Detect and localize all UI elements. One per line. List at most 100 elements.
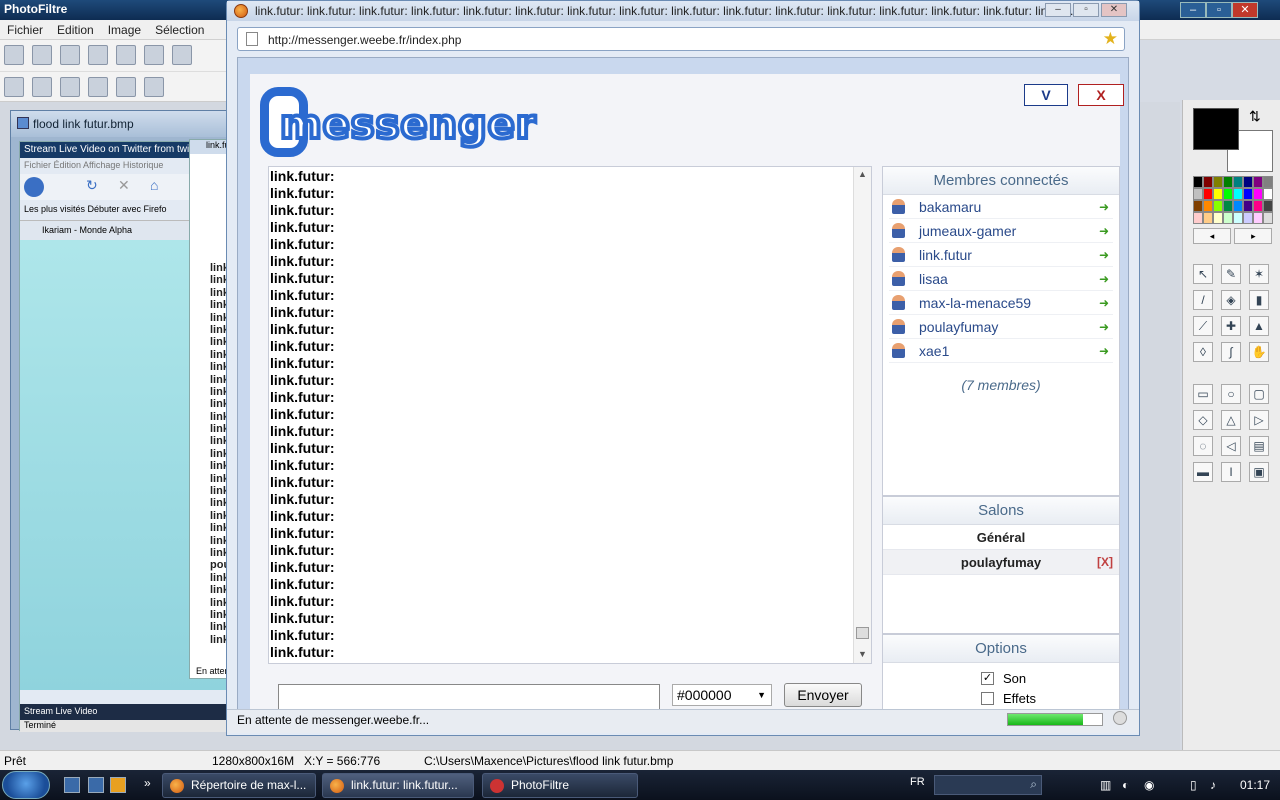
salon-item[interactable]: poulayfumay [X] [883, 550, 1119, 575]
auto-contrast-icon[interactable] [32, 77, 52, 97]
rounded-rect-tool-icon[interactable]: ▢ [1249, 384, 1269, 404]
minimize-chat-button[interactable]: V [1024, 84, 1068, 106]
palette-swatch[interactable] [1263, 176, 1273, 188]
open-chat-icon[interactable]: ➜ [1099, 291, 1109, 315]
message-input[interactable] [278, 684, 660, 710]
task-repertoire[interactable]: Répertoire de max-l... [162, 773, 316, 798]
firefox-titlebar[interactable]: link.futur: link.futur: link.futur: link… [227, 1, 1139, 21]
clock[interactable]: 01:17 [1240, 778, 1270, 792]
close-chat-button[interactable]: X [1078, 84, 1124, 106]
contrast-up-icon[interactable] [144, 77, 164, 97]
battery-icon[interactable]: ▯ [1190, 778, 1197, 792]
menu-selection[interactable]: Sélection [148, 20, 211, 40]
magic-wand-tool-icon[interactable]: ✶ [1249, 264, 1269, 284]
palette-swatch[interactable] [1263, 200, 1273, 212]
member-item[interactable]: lisaa ➜ [889, 267, 1113, 291]
palette-swatch[interactable] [1193, 176, 1203, 188]
member-item[interactable]: max-la-menace59 ➜ [889, 291, 1113, 315]
open-chat-icon[interactable]: ➜ [1099, 219, 1109, 243]
minimize-button[interactable]: – [1180, 2, 1206, 18]
spray-tool-icon[interactable]: ▮ [1249, 290, 1269, 310]
smudge-tool-icon[interactable]: ∫ [1221, 342, 1241, 362]
brightness-down-icon[interactable] [60, 77, 80, 97]
palette-swatch[interactable] [1253, 176, 1263, 188]
palette-swatch[interactable] [1263, 212, 1273, 224]
quicklaunch-more-icon[interactable]: » [144, 776, 151, 790]
chat-scrollbar[interactable]: ▲ ▼ [853, 167, 871, 663]
polygon-lasso-tool-icon[interactable]: ◁ [1221, 436, 1241, 456]
contrast-down-icon[interactable] [116, 77, 136, 97]
advanced-brush-tool-icon[interactable]: ✚ [1221, 316, 1241, 336]
palette-swatch[interactable] [1213, 188, 1223, 200]
foreground-color-swatch[interactable] [1193, 108, 1239, 150]
media-player-icon[interactable] [110, 777, 126, 793]
fill-tool-icon[interactable]: ◈ [1221, 290, 1241, 310]
ellipse-tool-icon[interactable]: ○ [1221, 384, 1241, 404]
palette-swatch[interactable] [1203, 200, 1213, 212]
bitmap-window-titlebar[interactable]: flood link futur.bmp [11, 111, 231, 137]
redo-icon[interactable] [172, 45, 192, 65]
stamp-tool-icon[interactable]: ▲ [1249, 316, 1269, 336]
select-all-tool-icon[interactable]: ▬ [1193, 462, 1213, 482]
save-icon[interactable] [60, 45, 80, 65]
salon-item[interactable]: Général [883, 525, 1119, 550]
palette-swatch[interactable] [1233, 176, 1243, 188]
network-icon[interactable]: ▥ [1100, 778, 1111, 792]
palette-swatch[interactable] [1213, 200, 1223, 212]
color-select[interactable]: #000000 ▼ [672, 684, 772, 706]
speaker-icon[interactable]: ♪ [1210, 778, 1216, 792]
palette-swatch[interactable] [1193, 200, 1203, 212]
swap-colors-icon[interactable]: ⇅ [1249, 108, 1261, 125]
option-son[interactable]: ✓ Son [883, 669, 1119, 689]
lasso-tool-icon[interactable]: ◌ [1193, 436, 1213, 456]
palette-swatch[interactable] [1253, 188, 1263, 200]
close-button[interactable]: ✕ [1101, 3, 1127, 17]
color-palette[interactable] [1193, 176, 1273, 224]
task-photofiltre[interactable]: PhotoFiltre [482, 773, 638, 798]
chat-log[interactable]: link.futur: link.futur: link.futur: link.fu… [268, 166, 872, 664]
show-desktop-icon[interactable] [64, 777, 80, 793]
blur-tool-icon[interactable]: ◊ [1193, 342, 1213, 362]
send-button[interactable]: Envoyer [784, 683, 862, 707]
scroll-down-icon[interactable]: ▼ [858, 649, 867, 659]
palette-swatch[interactable] [1203, 176, 1213, 188]
palette-swatch[interactable] [1233, 188, 1243, 200]
menu-fichier[interactable]: Fichier [0, 20, 50, 40]
url-bar[interactable]: http://messenger.weebe.fr/index.php ★ [237, 27, 1125, 51]
palette-swatch[interactable] [1193, 188, 1203, 200]
diamond-tool-icon[interactable]: ◇ [1193, 410, 1213, 430]
member-item[interactable]: link.futur ➜ [889, 243, 1113, 267]
menu-edition[interactable]: Edition [50, 20, 101, 40]
member-item[interactable]: bakamaru ➜ [889, 195, 1113, 219]
open-chat-icon[interactable]: ➜ [1099, 339, 1109, 363]
open-shape-tool-icon[interactable]: ▤ [1249, 436, 1269, 456]
rectangle-tool-icon[interactable]: ▭ [1193, 384, 1213, 404]
scan-icon[interactable] [116, 45, 136, 65]
tray-app-icon[interactable]: ◉ [1144, 778, 1154, 792]
pointer-tool-icon[interactable]: ↖ [1193, 264, 1213, 284]
palette-swatch[interactable] [1263, 188, 1273, 200]
open-chat-icon[interactable]: ➜ [1099, 267, 1109, 291]
option-effets[interactable]: Effets [883, 689, 1119, 709]
member-item[interactable]: jumeaux-gamer ➜ [889, 219, 1113, 243]
line-tool-icon[interactable]: / [1193, 290, 1213, 310]
restore-button[interactable]: ▫ [1073, 3, 1099, 17]
palette-swatch[interactable] [1223, 188, 1233, 200]
eyedropper-tool-icon[interactable]: ✎ [1221, 264, 1241, 284]
palette-swatch[interactable] [1213, 176, 1223, 188]
scroll-up-icon[interactable]: ▲ [858, 169, 867, 179]
palette-swatch[interactable] [1223, 176, 1233, 188]
print-icon[interactable] [88, 45, 108, 65]
palette-swatch[interactable] [1203, 188, 1213, 200]
palette-swatch[interactable] [1253, 200, 1263, 212]
palette-prev-button[interactable]: ◂ [1193, 228, 1231, 244]
bookmark-star-icon[interactable]: ★ [1103, 29, 1118, 49]
brush-tool-icon[interactable]: ⟋ [1193, 316, 1213, 336]
switch-windows-icon[interactable] [88, 777, 104, 793]
triangle-tool-icon[interactable]: △ [1221, 410, 1241, 430]
close-salon-button[interactable]: [X] [1097, 550, 1113, 575]
palette-swatch[interactable] [1213, 212, 1223, 224]
palette-swatch[interactable] [1253, 212, 1263, 224]
palette-next-button[interactable]: ▸ [1234, 228, 1273, 244]
open-chat-icon[interactable]: ➜ [1099, 195, 1109, 219]
